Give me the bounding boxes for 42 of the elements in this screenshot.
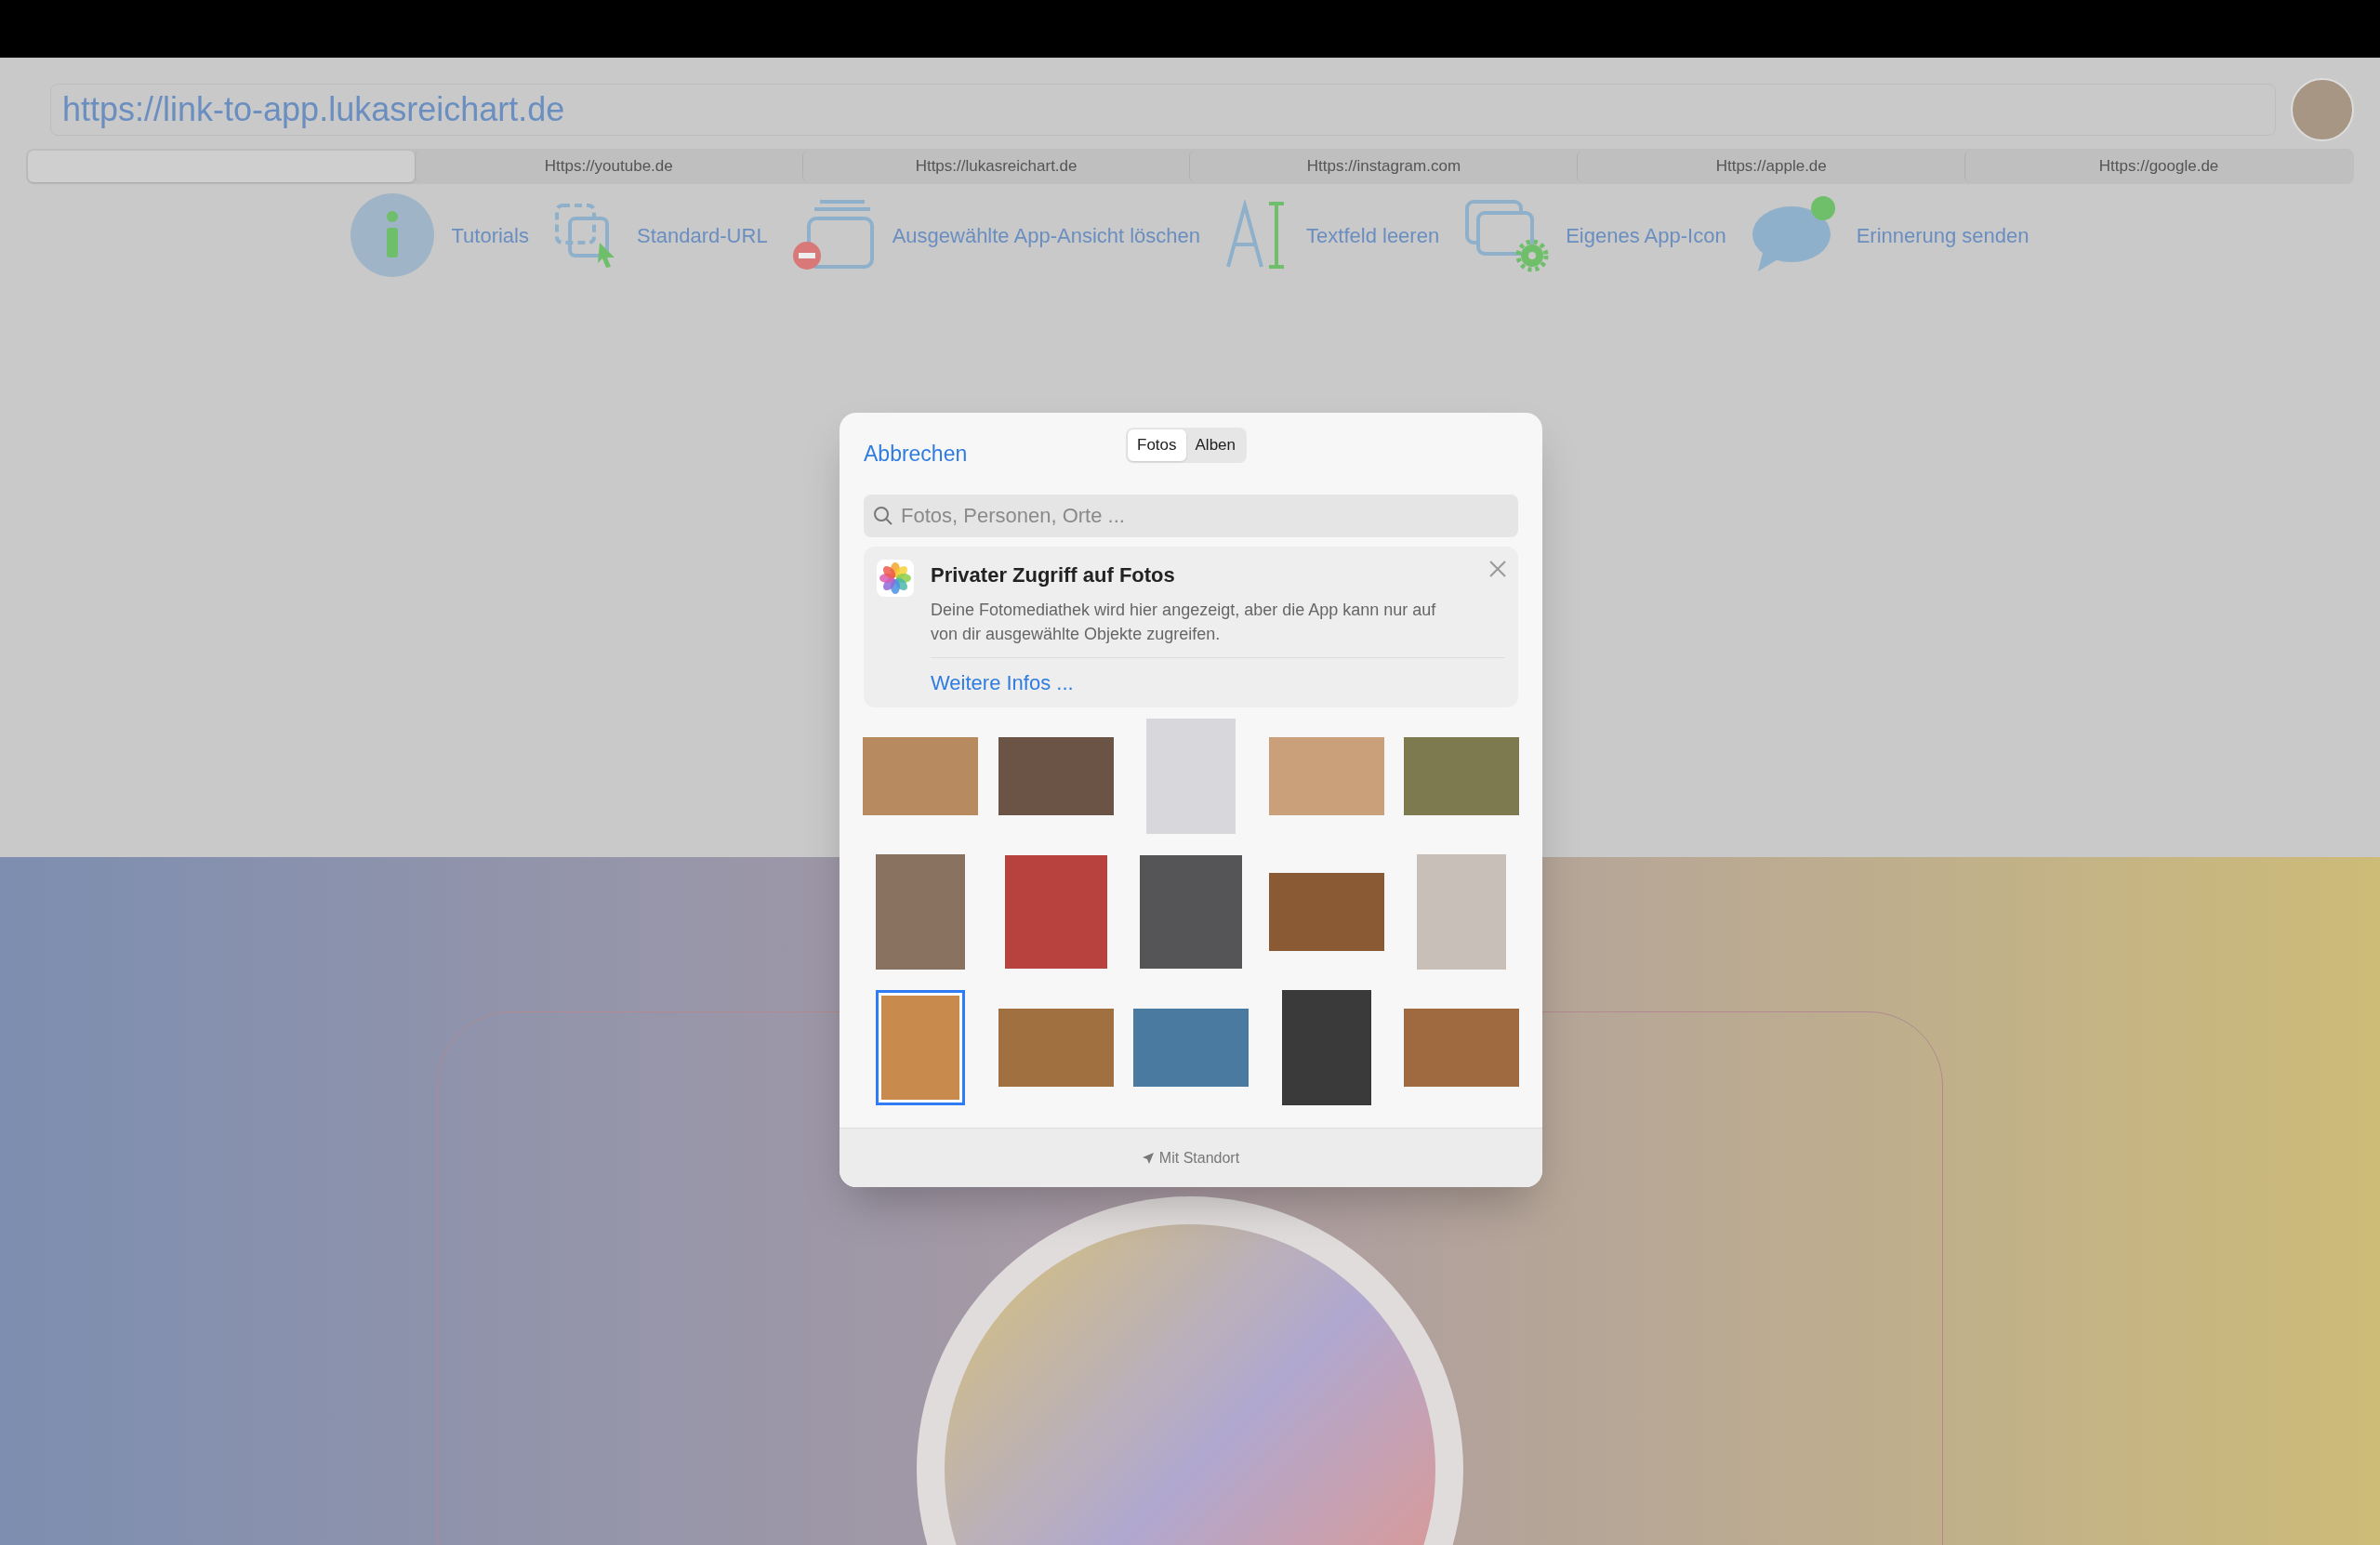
address-field[interactable]: https://link-to-app.lukasreichart.de bbox=[50, 84, 2276, 136]
browser-tab[interactable]: Https://youtube.de bbox=[414, 151, 802, 182]
photo-thumbnail[interactable] bbox=[1404, 1009, 1520, 1087]
photo-thumbnail[interactable] bbox=[1268, 737, 1384, 815]
notice-title: Privater Zugriff auf Fotos bbox=[931, 562, 1175, 588]
close-icon[interactable] bbox=[1488, 560, 1507, 578]
browser-tab[interactable]: Https://lukasreichart.de bbox=[801, 151, 1190, 182]
browser-tab[interactable]: Https://google.de bbox=[1964, 151, 2352, 182]
location-label: Mit Standort bbox=[1158, 1148, 1240, 1168]
photo-thumbnail[interactable] bbox=[1417, 854, 1507, 970]
photo-thumbnail[interactable] bbox=[1268, 873, 1384, 951]
location-arrow-icon bbox=[1142, 1152, 1154, 1164]
photo-thumbnail[interactable] bbox=[863, 737, 978, 815]
photo-thumbnail[interactable] bbox=[1404, 737, 1520, 815]
cancel-button[interactable]: Abbrechen bbox=[864, 437, 968, 470]
segment-tab[interactable]: Fotos bbox=[1128, 429, 1186, 461]
segment-tab[interactable]: Alben bbox=[1185, 429, 1245, 461]
photo-thumbnail[interactable] bbox=[1281, 990, 1371, 1105]
photo-thumbnail[interactable] bbox=[1133, 1009, 1250, 1087]
browser-tab[interactable]: Https://apple.de bbox=[1577, 151, 1965, 182]
photo-thumbnail[interactable] bbox=[998, 737, 1114, 815]
toolbar-button[interactable]: Textfeld leeren bbox=[1306, 219, 1440, 251]
toolbar-button[interactable]: Erinnerung senden bbox=[1856, 219, 2030, 251]
windows-gear-icon bbox=[1463, 198, 1550, 272]
photo-thumbnail[interactable] bbox=[1004, 855, 1107, 969]
notice-text: Deine Fotomediathek wird hier angezeigt, aber die App kann nur auf von dir ausgewählte Objekte zugreifen. bbox=[931, 600, 1437, 645]
photo-thumbnail[interactable] bbox=[876, 990, 965, 1105]
photo-thumbnail[interactable] bbox=[1140, 855, 1243, 969]
flower-icon bbox=[877, 560, 914, 597]
more-info-link[interactable]: Weitere Infos ... bbox=[931, 671, 1074, 694]
toolbar-button[interactable]: Standard-URL bbox=[637, 219, 768, 251]
search-field[interactable]: Fotos, Personen, Orte ... bbox=[864, 495, 1518, 537]
stack-minus-icon bbox=[791, 198, 876, 272]
toolbar-button[interactable]: Ausgewählte App-Ansicht löschen bbox=[892, 219, 1201, 251]
photo-thumbnail[interactable] bbox=[998, 1009, 1114, 1087]
browser-tab[interactable] bbox=[28, 151, 415, 182]
photo-thumbnail[interactable] bbox=[876, 854, 965, 970]
toolbar-button[interactable]: Eigenes App-Icon bbox=[1566, 219, 1726, 251]
browser-tab[interactable]: Https://instagram.com bbox=[1189, 151, 1578, 182]
photo-thumbnail[interactable] bbox=[1146, 719, 1236, 834]
info-icon bbox=[350, 193, 435, 277]
toolbar-button[interactable]: Tutorials bbox=[451, 219, 529, 251]
